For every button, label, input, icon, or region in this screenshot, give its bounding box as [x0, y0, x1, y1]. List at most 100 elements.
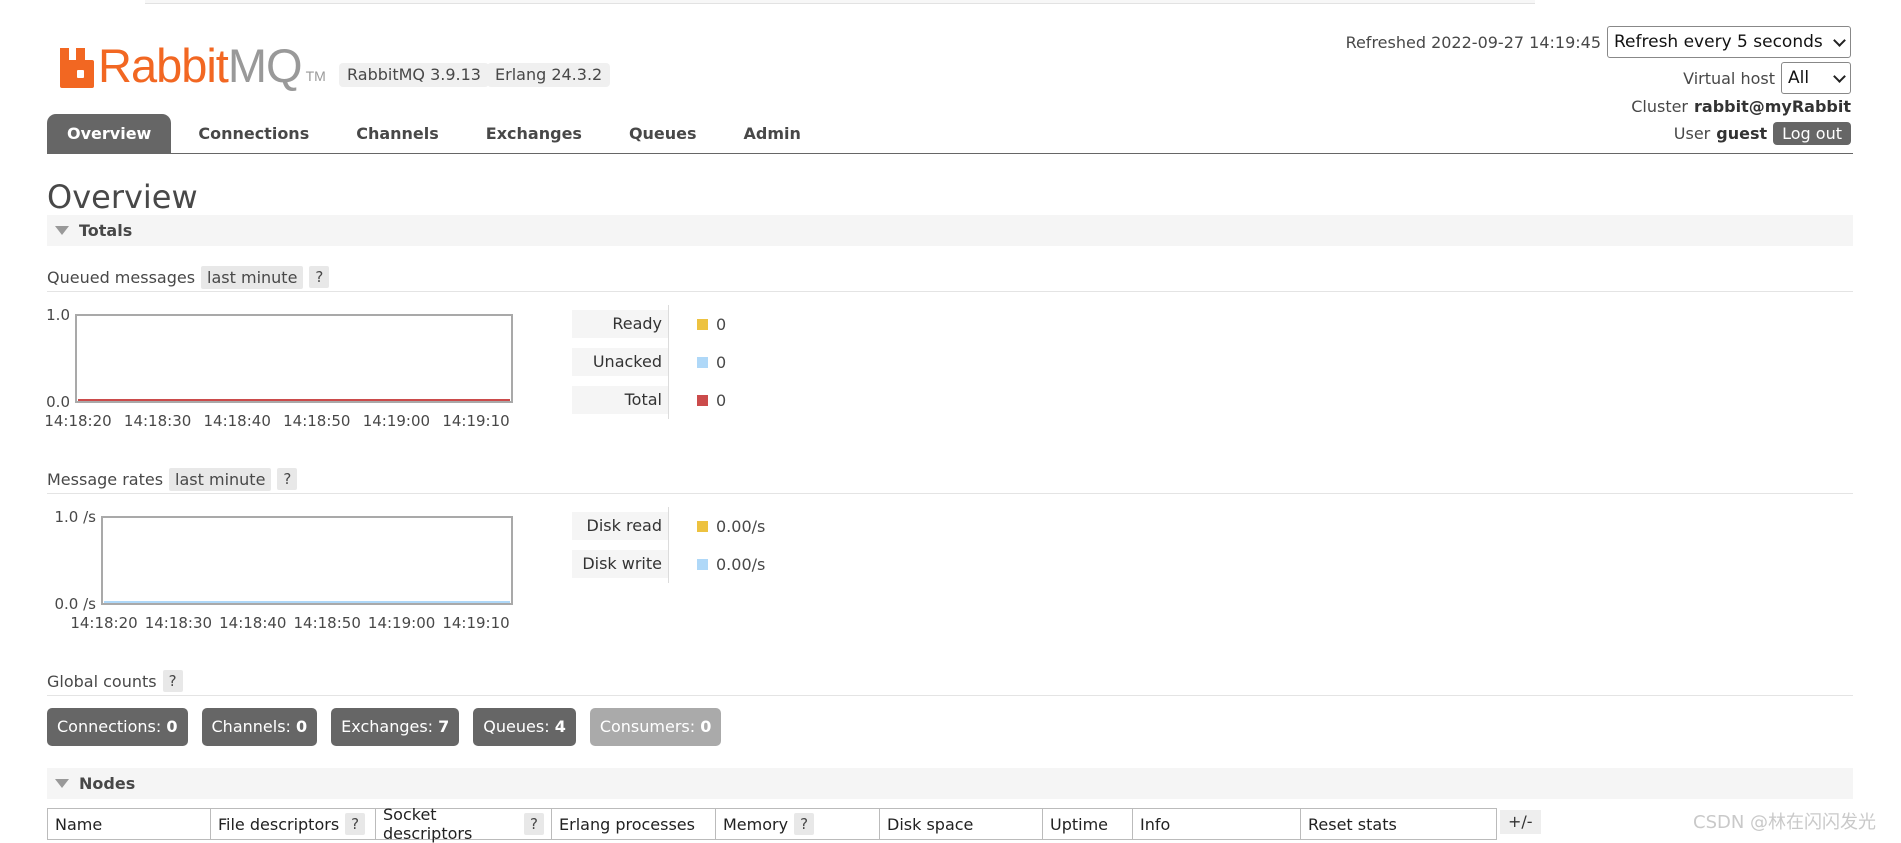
- rabbitmq-logo[interactable]: RabbitMQ TM: [60, 38, 326, 92]
- queued-legend: Ready Unacked Total: [572, 305, 669, 419]
- columns-toggle-button[interactable]: +/-: [1500, 810, 1541, 834]
- connections-count-button[interactable]: Connections: 0: [47, 708, 188, 746]
- unacked-swatch: [697, 356, 708, 368]
- disk-read-swatch: [697, 520, 708, 532]
- queues-count-button[interactable]: Queues: 4: [473, 708, 576, 746]
- col-memory-label: Memory: [723, 814, 789, 834]
- ready-swatch: [697, 318, 708, 330]
- legend-row-ready: Ready: [572, 305, 668, 343]
- tab-connections[interactable]: Connections: [178, 114, 329, 154]
- tabs-divider: [47, 153, 1853, 154]
- cluster-row: Cluster rabbit@myRabbit: [1631, 97, 1851, 116]
- rates-help-icon[interactable]: ?: [277, 468, 298, 490]
- logo-text: RabbitMQ: [98, 39, 303, 92]
- col-info-label: Info: [1140, 814, 1171, 834]
- legend-row-disk-read: Disk read: [572, 507, 668, 545]
- totals-section-toggle[interactable]: Totals: [47, 215, 1853, 246]
- col-name-label: Name: [55, 814, 103, 834]
- x-tick-label: 14:18:40: [204, 412, 271, 430]
- nodes-table-header: Name File descriptors? Socket descriptor…: [47, 805, 1497, 843]
- x-tick-label: 14:18:20: [44, 412, 111, 430]
- x-tick-label: 14:18:40: [219, 614, 286, 632]
- channels-count-label: Channels:: [211, 717, 291, 736]
- channels-count-value: 0: [296, 717, 308, 736]
- global-counts-title: Global counts: [47, 671, 157, 691]
- nodes-section-toggle[interactable]: Nodes: [47, 768, 1853, 799]
- x-tick-label: 14:19:10: [442, 412, 509, 430]
- connections-count-label: Connections:: [57, 717, 162, 736]
- disk-read-value: 0.00/s: [716, 516, 766, 536]
- memory-help-icon[interactable]: ?: [794, 813, 815, 835]
- consumers-count-label: Consumers:: [599, 717, 696, 736]
- logout-button[interactable]: Log out: [1773, 122, 1851, 145]
- col-uptime-label: Uptime: [1050, 814, 1109, 834]
- consumers-count-value: 0: [700, 717, 712, 736]
- virtual-host-value: All: [1788, 68, 1810, 88]
- tab-channels[interactable]: Channels: [336, 114, 459, 154]
- queued-range-selector[interactable]: last minute: [201, 265, 304, 289]
- col-reset-stats-label: Reset stats: [1308, 814, 1397, 834]
- refresh-status: Refreshed 2022-09-27 14:19:45 Refresh ev…: [1346, 26, 1851, 58]
- rates-legend: Disk read Disk write: [572, 507, 669, 583]
- channels-count-button[interactable]: Channels: 0: [201, 708, 318, 746]
- tab-overview[interactable]: Overview: [47, 114, 172, 154]
- rabbitmq-version-badge: RabbitMQ 3.9.13: [339, 63, 489, 87]
- y-tick-label: 0.0 /s: [55, 595, 97, 613]
- watermark: CSDN @林在闪闪发光: [1693, 812, 1877, 833]
- consumers-count-badge: Consumers: 0: [589, 708, 722, 746]
- legend-label-disk-read: Disk read: [572, 512, 668, 540]
- col-erlang-processes-label: Erlang processes: [559, 814, 695, 834]
- unacked-value: 0: [716, 352, 727, 372]
- col-info: Info: [1132, 808, 1300, 840]
- virtual-host-select[interactable]: All: [1781, 62, 1851, 94]
- total-swatch: [697, 394, 708, 406]
- queued-legend-values: 0 0 0: [697, 305, 726, 419]
- queued-help-icon[interactable]: ?: [309, 266, 330, 288]
- global-counts-header: Global counts ?: [47, 667, 1853, 696]
- nodes-label: Nodes: [79, 774, 136, 793]
- socket-descriptors-help-icon[interactable]: ?: [524, 813, 544, 835]
- disk-write-value: 0.00/s: [716, 554, 766, 574]
- col-erlang-processes: Erlang processes: [551, 808, 715, 840]
- legend-row-disk-write: Disk write: [572, 545, 668, 583]
- col-socket-descriptors: Socket descriptors?: [375, 805, 551, 843]
- browser-top-strip: [145, 0, 1535, 4]
- collapse-triangle-icon: [55, 226, 69, 235]
- legend-label-unacked: Unacked: [572, 348, 668, 376]
- rates-range-selector[interactable]: last minute: [169, 467, 272, 491]
- chevron-down-icon: [1833, 33, 1846, 47]
- col-file-descriptors-label: File descriptors: [218, 814, 340, 834]
- tab-queues[interactable]: Queues: [609, 114, 717, 154]
- queued-messages-title: Queued messages: [47, 267, 196, 287]
- x-tick-label: 14:18:50: [294, 614, 361, 632]
- tab-exchanges[interactable]: Exchanges: [466, 114, 602, 154]
- x-tick-label: 14:18:50: [283, 412, 350, 430]
- cluster-name: rabbit@myRabbit: [1694, 97, 1851, 116]
- refresh-interval-select[interactable]: Refresh every 5 seconds: [1607, 26, 1851, 58]
- user-row: User guest Log out: [1674, 122, 1851, 145]
- file-descriptors-help-icon[interactable]: ?: [345, 813, 366, 835]
- legend-row-unacked: Unacked: [572, 343, 668, 381]
- message-rates-title: Message rates: [47, 469, 164, 489]
- global-counts-help-icon[interactable]: ?: [162, 670, 183, 692]
- plot-area: [101, 516, 513, 605]
- queues-count-value: 4: [554, 717, 566, 736]
- queued-messages-header: Queued messages last minute ?: [47, 263, 1853, 292]
- legend-label-disk-write: Disk write: [572, 550, 668, 578]
- chevron-down-icon: [1833, 69, 1846, 83]
- queues-count-label: Queues:: [483, 717, 550, 736]
- tab-admin[interactable]: Admin: [724, 114, 821, 154]
- y-tick-label: 1.0 /s: [55, 508, 97, 526]
- col-memory: Memory?: [715, 808, 879, 840]
- cluster-label: Cluster: [1631, 97, 1689, 116]
- legend-label-ready: Ready: [572, 310, 668, 338]
- col-socket-descriptors-label: Socket descriptors: [383, 805, 473, 843]
- erlang-version-badge: Erlang 24.3.2: [487, 63, 611, 87]
- col-name: Name: [47, 808, 210, 840]
- exchanges-count-button[interactable]: Exchanges: 7: [331, 708, 460, 746]
- x-tick-label: 14:19:00: [363, 412, 430, 430]
- logo-trademark: TM: [305, 68, 326, 84]
- x-tick-label: 14:18:30: [124, 412, 191, 430]
- total-value: 0: [716, 390, 727, 410]
- y-tick-label: 0.0: [46, 393, 70, 411]
